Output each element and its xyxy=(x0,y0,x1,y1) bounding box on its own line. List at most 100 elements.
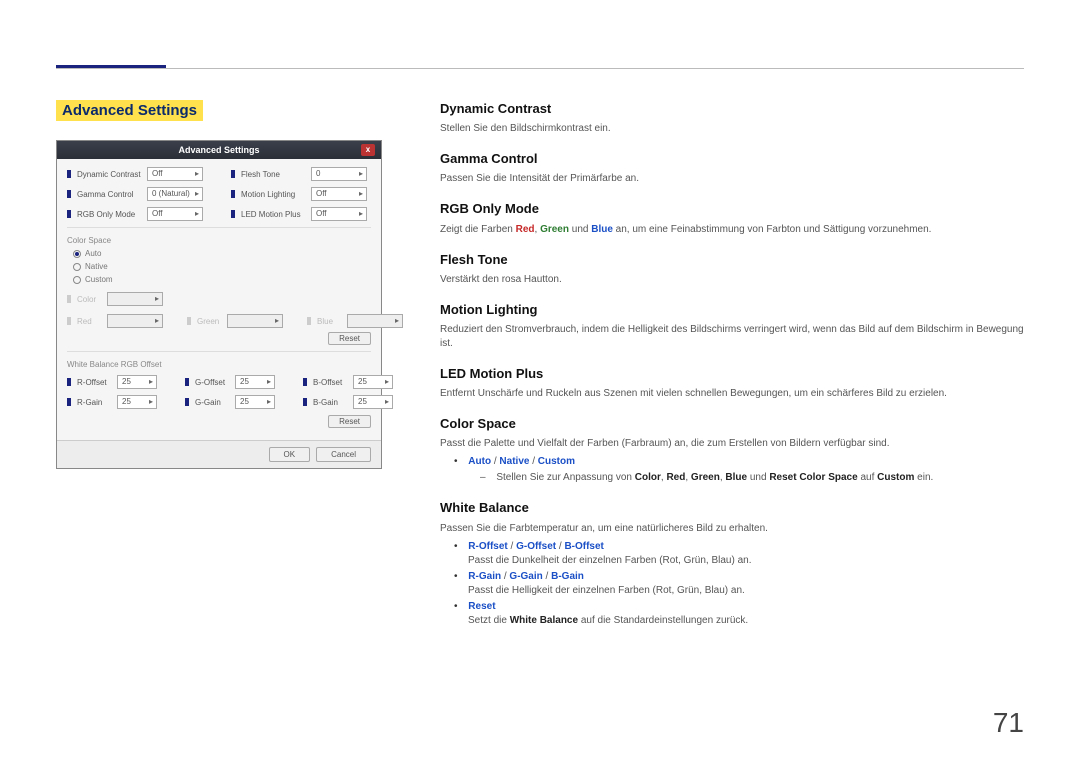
field-marker xyxy=(67,210,71,218)
field-marker xyxy=(67,295,71,303)
ok-button[interactable]: OK xyxy=(269,447,311,462)
section-title: Advanced Settings xyxy=(56,100,203,121)
field-marker xyxy=(231,210,235,218)
radio-custom[interactable]: Custom xyxy=(73,275,371,284)
color-space-color-row: Color xyxy=(67,292,371,306)
dropdown-r-offset[interactable]: 25 xyxy=(117,375,157,389)
h-flesh-tone: Flesh Tone xyxy=(440,251,1024,269)
dropdown-b-offset[interactable]: 25 xyxy=(353,375,393,389)
label-color: Color xyxy=(77,295,103,304)
field-motion-lighting: Motion Lighting Off xyxy=(231,187,367,201)
field-gamma-control: Gamma Control 0 (Natural) xyxy=(67,187,203,201)
field-marker xyxy=(187,317,191,325)
field-marker xyxy=(303,398,307,406)
dropdown-motion-lighting[interactable]: Off xyxy=(311,187,367,201)
dropdown-b-gain[interactable]: 25 xyxy=(353,395,393,409)
radio-dot-icon xyxy=(73,276,81,284)
p-white-balance: Passen Sie die Farbtemperatur an, um ein… xyxy=(440,522,1024,536)
dialog-title-text: Advanced Settings xyxy=(178,145,259,155)
color-space-reset-button[interactable]: Reset xyxy=(328,332,371,345)
doc-content: Dynamic Contrast Stellen Sie den Bildsch… xyxy=(440,100,1024,642)
p-dynamic-contrast: Stellen Sie den Bildschirmkontrast ein. xyxy=(440,122,1024,136)
h-led-motion-plus: LED Motion Plus xyxy=(440,365,1024,383)
field-flesh-tone: Flesh Tone 0 xyxy=(231,167,367,181)
dropdown-gamma-control[interactable]: 0 (Natural) xyxy=(147,187,203,201)
color-space-rgb-row: Red Green Blue xyxy=(67,314,371,328)
label-g-offset: G-Offset xyxy=(195,378,231,387)
dropdown-blue xyxy=(347,314,403,328)
field-marker xyxy=(307,317,311,325)
p-rgb-only: Zeigt die Farben Red, Green und Blue an,… xyxy=(440,223,1024,237)
h-motion-lighting: Motion Lighting xyxy=(440,301,1024,319)
dropdown-led-motion-plus[interactable]: Off xyxy=(311,207,367,221)
label-g-gain: G-Gain xyxy=(195,398,231,407)
h-rgb-only: RGB Only Mode xyxy=(440,200,1024,218)
field-marker xyxy=(231,170,235,178)
dropdown-g-gain[interactable]: 25 xyxy=(235,395,275,409)
group-color-space-label: Color Space xyxy=(67,227,371,245)
color-space-custom-note: Stellen Sie zur Anpassung von Color, Red… xyxy=(480,471,1024,485)
radio-native[interactable]: Native xyxy=(73,262,371,271)
close-icon[interactable]: x xyxy=(361,144,375,156)
white-balance-group-label: White Balance RGB Offset xyxy=(67,360,371,369)
label-blue: Blue xyxy=(317,317,343,326)
field-marker xyxy=(67,170,71,178)
field-marker xyxy=(185,398,189,406)
h-color-space: Color Space xyxy=(440,415,1024,433)
label-dynamic-contrast: Dynamic Contrast xyxy=(77,170,143,179)
radio-custom-label: Custom xyxy=(85,275,113,284)
dialog-footer: OK Cancel xyxy=(57,440,381,468)
field-dynamic-contrast: Dynamic Contrast Off xyxy=(67,167,203,181)
p-motion-lighting: Reduziert den Stromverbrauch, indem die … xyxy=(440,323,1024,351)
dropdown-dynamic-contrast[interactable]: Off xyxy=(147,167,203,181)
header-rule xyxy=(56,68,1024,69)
color-space-options: Auto / Native / Custom Stellen Sie zur A… xyxy=(454,455,1024,485)
radio-auto[interactable]: Auto xyxy=(73,249,371,258)
label-gamma-control: Gamma Control xyxy=(77,190,143,199)
p-led-motion-plus: Entfernt Unschärfe und Ruckeln aus Szene… xyxy=(440,387,1024,401)
radio-auto-label: Auto xyxy=(85,249,101,258)
dropdown-color xyxy=(107,292,163,306)
radio-dot-icon xyxy=(73,250,81,258)
p-gamma-control: Passen Sie die Intensität der Primärfarb… xyxy=(440,172,1024,186)
dropdown-flesh-tone[interactable]: 0 xyxy=(311,167,367,181)
cancel-button[interactable]: Cancel xyxy=(316,447,371,462)
p-flesh-tone: Verstärkt den rosa Hautton. xyxy=(440,273,1024,287)
field-rgb-only: RGB Only Mode Off xyxy=(67,207,203,221)
label-rgb-only: RGB Only Mode xyxy=(77,210,143,219)
field-led-motion-plus: LED Motion Plus Off xyxy=(231,207,367,221)
h-dynamic-contrast: Dynamic Contrast xyxy=(440,100,1024,118)
wb-reset-item: Reset Setzt die White Balance auf die St… xyxy=(454,600,1024,628)
field-marker xyxy=(67,190,71,198)
dropdown-red xyxy=(107,314,163,328)
label-flesh-tone: Flesh Tone xyxy=(241,170,307,179)
label-r-offset: R-Offset xyxy=(77,378,113,387)
dropdown-green xyxy=(227,314,283,328)
white-balance-reset-button[interactable]: Reset xyxy=(328,415,371,428)
radio-native-label: Native xyxy=(85,262,108,271)
field-marker xyxy=(67,398,71,406)
label-b-offset: B-Offset xyxy=(313,378,349,387)
label-b-gain: B-Gain xyxy=(313,398,349,407)
label-led-motion-plus: LED Motion Plus xyxy=(241,210,307,219)
field-marker xyxy=(231,190,235,198)
dropdown-g-offset[interactable]: 25 xyxy=(235,375,275,389)
field-marker xyxy=(303,378,307,386)
label-red: Red xyxy=(77,317,103,326)
wb-gain-item: R-Gain / G-Gain / B-Gain Passt die Helli… xyxy=(454,570,1024,598)
advanced-settings-dialog: Advanced Settings x Dynamic Contrast Off… xyxy=(56,140,382,469)
radio-dot-icon xyxy=(73,263,81,271)
label-motion-lighting: Motion Lighting xyxy=(241,190,307,199)
field-marker xyxy=(67,317,71,325)
field-marker xyxy=(67,378,71,386)
dialog-title: Advanced Settings x xyxy=(57,141,381,159)
field-marker xyxy=(185,378,189,386)
h-white-balance: White Balance xyxy=(440,499,1024,517)
label-green: Green xyxy=(197,317,223,326)
dialog-body: Dynamic Contrast Off Flesh Tone 0 Gamma … xyxy=(57,159,381,440)
dropdown-r-gain[interactable]: 25 xyxy=(117,395,157,409)
p-color-space: Passt die Palette und Vielfalt der Farbe… xyxy=(440,437,1024,451)
white-balance-group: White Balance RGB Offset R-Offset 25 G-Of… xyxy=(67,351,371,428)
dropdown-rgb-only[interactable]: Off xyxy=(147,207,203,221)
label-r-gain: R-Gain xyxy=(77,398,113,407)
